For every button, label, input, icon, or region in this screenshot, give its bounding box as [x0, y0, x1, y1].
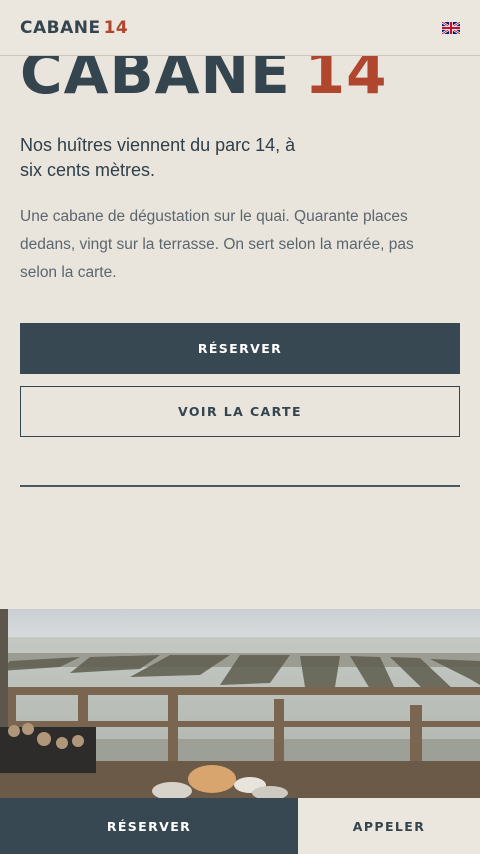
- reserve-button[interactable]: RÉSERVER: [20, 323, 460, 374]
- brand-name: CABANE: [20, 17, 101, 38]
- view-menu-button[interactable]: VOIR LA CARTE: [20, 386, 460, 437]
- brand-number: 14: [103, 17, 129, 38]
- bottom-action-bar: RÉSERVER APPELER: [0, 798, 480, 854]
- call-button[interactable]: APPELER: [298, 798, 480, 854]
- hero-lead: Nos huîtres viennent du parc 14, à six c…: [20, 135, 296, 180]
- oyster-beds-photo: [0, 609, 480, 798]
- bottom-reserve-button[interactable]: RÉSERVER: [0, 798, 298, 854]
- hero-description: Une cabane de dégustation sur le quai. Q…: [20, 208, 414, 281]
- brand-logo[interactable]: CABANE 14: [20, 18, 128, 38]
- top-bar: CABANE 14: [0, 0, 480, 56]
- divider: [20, 485, 460, 487]
- uk-flag-icon[interactable]: [442, 21, 460, 34]
